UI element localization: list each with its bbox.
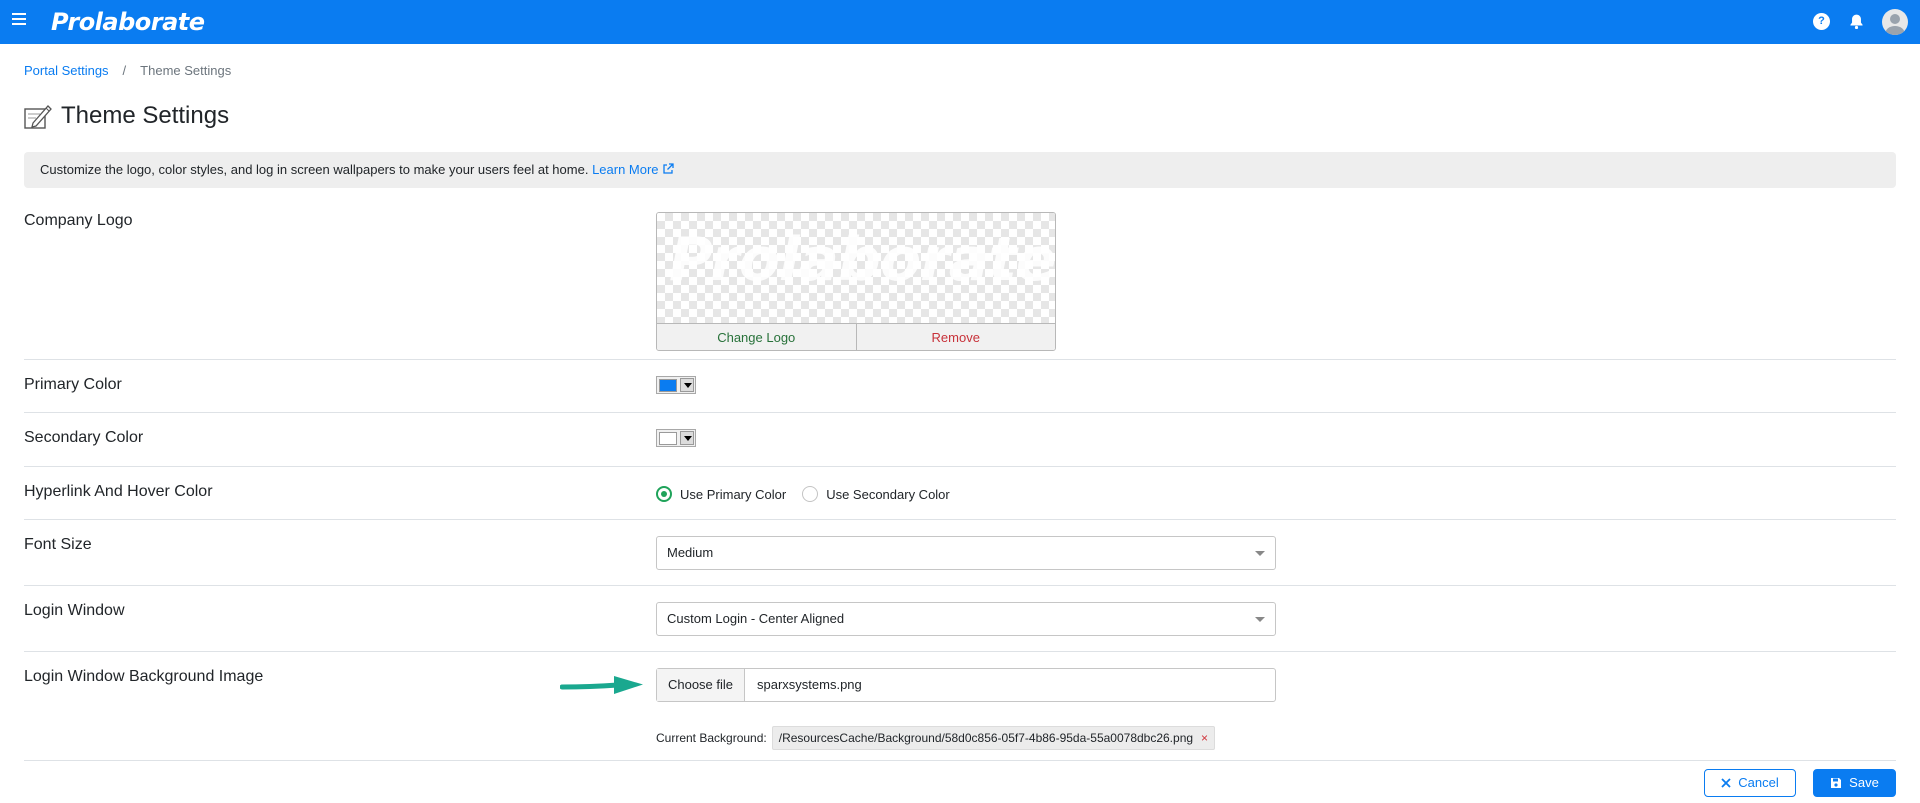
divider [24, 760, 1896, 761]
notification-bell-icon[interactable] [1848, 13, 1865, 30]
cancel-button[interactable]: Cancel [1704, 769, 1796, 797]
pointer-arrow-icon [560, 676, 643, 694]
hamburger-menu-icon[interactable] [12, 13, 26, 27]
login-window-select[interactable]: Custom Login - Center Aligned [656, 602, 1276, 636]
breadcrumb-current: Theme Settings [140, 63, 232, 78]
use-primary-color-radio[interactable] [656, 486, 672, 502]
chevron-down-icon [1255, 551, 1265, 556]
divider [24, 651, 1896, 652]
company-logo-box: Prolaborate Change Logo Remove [656, 212, 1056, 351]
logo-preview: Prolaborate [657, 213, 1055, 323]
background-file-input[interactable]: Choose file sparxsystems.png [656, 668, 1276, 702]
primary-color-picker[interactable] [656, 376, 696, 394]
info-text: Customize the logo, color styles, and lo… [40, 162, 593, 177]
font-size-value: Medium [667, 545, 714, 560]
user-avatar-icon[interactable] [1882, 9, 1908, 35]
logo-preview-image: Prolaborate [669, 225, 1056, 295]
top-navbar: Prolaborate ? [0, 0, 1920, 44]
divider [24, 359, 1896, 360]
use-primary-color-label[interactable]: Use Primary Color [680, 487, 786, 502]
save-button[interactable]: Save [1813, 769, 1896, 797]
login-window-value: Custom Login - Center Aligned [667, 611, 845, 626]
divider [24, 585, 1896, 586]
breadcrumb-portal-settings-link[interactable]: Portal Settings [24, 63, 109, 78]
save-icon [1831, 778, 1842, 788]
current-background: Current Background: /ResourcesCache/Back… [656, 726, 1216, 750]
secondary-color-label: Secondary Color [24, 429, 144, 446]
theme-settings-icon [24, 105, 52, 129]
info-banner: Customize the logo, color styles, and lo… [24, 152, 1896, 188]
use-secondary-color-radio[interactable] [802, 486, 819, 502]
current-background-label: Current Background: [656, 731, 767, 745]
choose-file-button[interactable]: Choose file [657, 669, 745, 701]
breadcrumb: Portal Settings / Theme Settings [24, 63, 231, 78]
primary-color-label: Primary Color [24, 376, 122, 393]
chevron-down-icon [1255, 617, 1265, 622]
primary-color-swatch [659, 378, 677, 392]
use-secondary-color-label[interactable]: Use Secondary Color [826, 487, 950, 502]
remove-logo-button[interactable]: Remove [857, 324, 1056, 350]
font-size-label: Font Size [24, 536, 92, 553]
divider [24, 519, 1896, 520]
selected-file-name: sparxsystems.png [757, 677, 862, 692]
secondary-color-picker[interactable] [656, 429, 696, 447]
current-background-chip: /ResourcesCache/Background/58d0c856-05f7… [771, 726, 1216, 750]
change-logo-button[interactable]: Change Logo [657, 324, 857, 350]
cancel-label: Cancel [1738, 775, 1779, 790]
dropdown-arrow-icon [680, 431, 694, 445]
company-logo-label: Company Logo [24, 212, 133, 229]
save-label: Save [1849, 775, 1879, 790]
dropdown-arrow-icon [680, 378, 694, 392]
current-background-path: /ResourcesCache/Background/58d0c856-05f7… [778, 731, 1194, 745]
page-title: Theme Settings [61, 102, 230, 129]
font-size-select[interactable]: Medium [656, 536, 1276, 570]
learn-more-label: Learn More [592, 162, 659, 177]
learn-more-link[interactable]: Learn More [592, 162, 674, 177]
breadcrumb-separator: / [122, 63, 127, 78]
remove-background-icon[interactable]: × [1201, 727, 1208, 749]
close-icon [1721, 778, 1731, 788]
hyperlink-color-label: Hyperlink And Hover Color [24, 483, 213, 500]
login-window-label: Login Window [24, 602, 125, 619]
secondary-color-swatch [659, 431, 677, 445]
external-link-icon [662, 163, 674, 174]
divider [24, 412, 1896, 413]
page-header: Theme Settings [23, 101, 229, 131]
hyperlink-color-radio-group: Use Primary Color Use Secondary Color [656, 484, 966, 504]
login-background-label: Login Window Background Image [24, 668, 264, 685]
help-icon[interactable]: ? [1813, 13, 1830, 30]
divider [24, 466, 1896, 467]
brand-logo[interactable]: Prolaborate [51, 8, 205, 36]
logo-actions: Change Logo Remove [657, 323, 1056, 350]
